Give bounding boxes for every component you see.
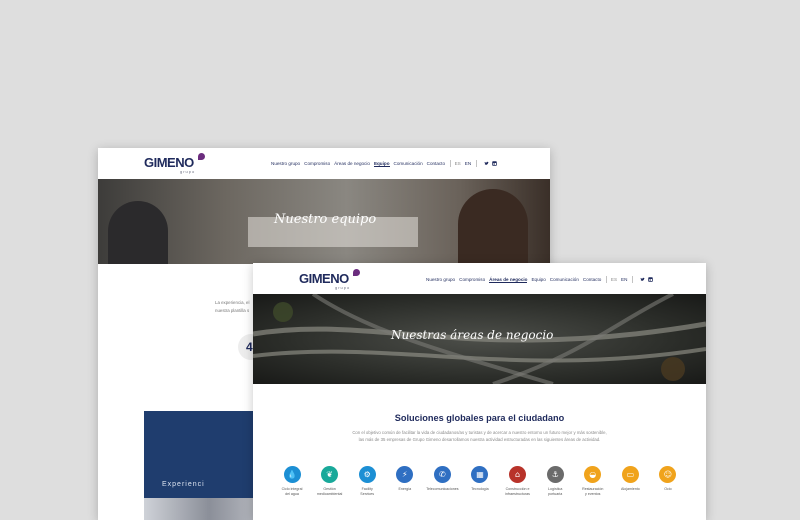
service-item[interactable]: ☺ Ocio	[651, 466, 685, 496]
leaf-icon: ❦	[326, 470, 333, 479]
person-silhouette	[458, 189, 528, 264]
logo-sub: grupo	[180, 169, 196, 174]
service-item[interactable]: ◒ Restauración y eventos	[576, 466, 610, 496]
service-circle: ▭	[621, 466, 639, 483]
service-circle: 💧	[283, 466, 301, 483]
gimeno-logo[interactable]: GIMENO grupo	[144, 153, 205, 174]
port-icon: ⚓	[551, 470, 559, 479]
team-hero-image: Nuestro equipo	[98, 179, 550, 264]
nav-item[interactable]: Contacto	[427, 161, 445, 166]
nav-item[interactable]: Equipo	[531, 277, 545, 282]
logo-mark-icon	[198, 153, 205, 160]
service-item[interactable]: ❦ Gestión medioambiental	[313, 466, 347, 496]
linkedin-icon[interactable]	[648, 277, 653, 282]
service-circle: ☺	[659, 466, 677, 483]
language-link[interactable]: ES	[611, 277, 617, 282]
nav-item[interactable]: Áreas de negocio	[489, 277, 528, 283]
intro-text-line: La experiencia, el	[215, 300, 250, 305]
nav-divider	[450, 160, 451, 167]
antenna-icon: ✆	[439, 470, 446, 479]
service-circle: ◒	[584, 466, 602, 483]
building-services-icon: ⚙	[363, 470, 371, 479]
service-label: Ciclo integral del agua	[281, 487, 303, 496]
language-link[interactable]: EN	[621, 277, 627, 282]
energy-bolt-icon: ⚡	[401, 470, 408, 479]
intro-text-line: nuestra plantilla s	[215, 308, 250, 313]
bed-icon: ▭	[626, 470, 635, 479]
services-row: 💧 Ciclo integral del agua ❦ Gestión medioam…	[275, 466, 685, 496]
nav-item[interactable]: Nuestro grupo	[426, 277, 455, 282]
nav-item[interactable]: Comunicación	[550, 277, 579, 282]
service-label: Logística portuaria	[547, 487, 563, 496]
nav-item[interactable]: Contacto	[583, 277, 601, 282]
twitter-icon[interactable]	[484, 161, 489, 166]
areas-negocio-page-window: GIMENO grupo Nuestro grupo Compromiso Área…	[253, 263, 706, 520]
nav-item[interactable]: Equipo	[373, 161, 390, 167]
twitter-icon[interactable]	[640, 277, 645, 282]
counter-value: 4	[246, 340, 253, 354]
logo-sub: grupo	[335, 285, 351, 290]
service-item[interactable]: 💧 Ciclo integral del agua	[275, 466, 309, 496]
service-circle: ▦	[471, 466, 489, 483]
service-item[interactable]: ▭ Alojamiento	[613, 466, 647, 496]
service-circle: ✆	[433, 466, 451, 483]
person-silhouette	[108, 201, 168, 264]
service-label: Tecnología	[471, 487, 489, 491]
service-item[interactable]: ▦ Tecnología	[463, 466, 497, 496]
service-label: Energía	[398, 487, 412, 491]
logo-text: GIMENO	[299, 271, 349, 286]
site-header: GIMENO grupo Nuestro grupo Compromiso Área…	[253, 263, 706, 294]
service-label: Alojamiento	[620, 487, 640, 491]
water-drop-icon: 💧	[287, 470, 297, 479]
service-label: Facility Services	[360, 487, 375, 496]
service-circle: ⚓	[546, 466, 564, 483]
panel-text: Experienci	[162, 481, 205, 488]
cloche-icon: ◒	[589, 470, 597, 479]
service-circle: ⌂	[509, 466, 527, 483]
crane-icon: ⌂	[515, 470, 521, 479]
service-circle: ⚡	[396, 466, 414, 483]
service-item[interactable]: ⌂ Construcción e infraestructuras	[501, 466, 535, 496]
logo-mark-icon	[353, 269, 360, 276]
nav-divider	[632, 276, 633, 283]
service-item[interactable]: ⚓ Logística portuaria	[538, 466, 572, 496]
service-label: Ocio	[664, 487, 672, 491]
gimeno-logo[interactable]: GIMENO grupo	[299, 269, 360, 290]
service-item[interactable]: ✆ Telecomunicaciones	[425, 466, 459, 496]
main-nav: Nuestro grupo Compromiso Áreas de negocio E…	[426, 276, 653, 283]
service-label: Restauración y eventos	[582, 487, 604, 496]
smile-icon: ☺	[663, 470, 673, 479]
section-text-line: Con el objetivo común de facilitar la vi…	[352, 430, 607, 435]
service-label: Gestión medioambiental	[316, 487, 343, 496]
hero-title: Nuestras áreas de negocio	[391, 328, 554, 342]
main-nav: Nuestro grupo Compromiso Áreas de negocio E…	[271, 160, 497, 167]
nav-item[interactable]: Compromiso	[459, 277, 485, 282]
section-title: Soluciones globales para el ciudadano	[394, 413, 565, 423]
hero-title: Nuestro equipo	[274, 212, 377, 227]
service-circle: ❦	[321, 466, 339, 483]
site-header: GIMENO grupo Nuestro grupo Compromiso Área…	[98, 148, 550, 179]
language-link[interactable]: EN	[465, 161, 471, 166]
linkedin-icon[interactable]	[491, 161, 497, 166]
service-item[interactable]: ⚙ Facility Services	[350, 466, 384, 496]
nav-divider	[476, 160, 477, 167]
nav-item[interactable]: Compromiso	[304, 161, 330, 166]
nav-divider	[606, 276, 607, 283]
language-link[interactable]: ES	[455, 161, 461, 166]
nav-item[interactable]: Áreas de negocio	[334, 161, 370, 166]
nav-item[interactable]: Comunicación	[394, 161, 423, 166]
highway-hero-image: Nuestras áreas de negocio	[253, 294, 706, 384]
service-label: Telecomunicaciones	[426, 487, 459, 491]
service-label: Construcción e infraestructuras	[505, 487, 530, 496]
section-text-line: las más de 35 empresas de Grupo Gimeno d…	[358, 437, 601, 442]
nav-item[interactable]: Nuestro grupo	[271, 161, 300, 166]
logo-text: GIMENO	[144, 155, 194, 170]
chip-icon: ▦	[476, 470, 484, 479]
service-circle: ⚙	[358, 466, 376, 483]
service-item[interactable]: ⚡ Energía	[388, 466, 422, 496]
